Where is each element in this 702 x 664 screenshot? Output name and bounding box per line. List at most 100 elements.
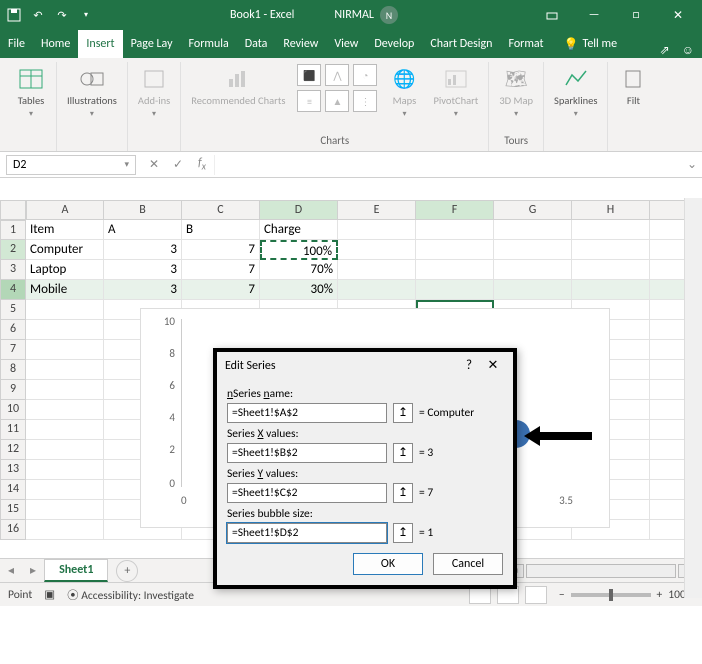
tab-view[interactable]: View [326,30,366,58]
range-picker-icon[interactable]: ↥ [393,483,413,503]
row-headers[interactable]: 1234 5678 9101112 13141516 [0,220,26,540]
chart-type-grid[interactable]: ⬛ ⋀ ◔ ≡ ▲ ⋮ [297,64,377,112]
zoom-control[interactable]: − + 100% [559,588,694,602]
cell-B1[interactable]: A [104,220,182,240]
cell-D1[interactable]: Charge [260,220,338,240]
cell-D3[interactable]: 70% [260,260,338,280]
tab-developer[interactable]: Develop [366,30,422,58]
chart-col-icon[interactable]: ⬛ [297,64,321,86]
chevron-down-icon[interactable]: ▾ [124,159,129,170]
addins-button[interactable]: Add-ins ▾ [136,64,172,121]
tab-home[interactable]: Home [33,30,78,58]
maximize-icon[interactable]: □ [618,0,654,30]
chart-bar-icon[interactable]: ≡ [297,90,321,112]
series-name-input[interactable]: =Sheet1!$A$2 [227,403,387,423]
close-icon[interactable]: ✕ [660,0,696,30]
tab-file[interactable]: File [0,30,33,58]
series-y-input[interactable]: =Sheet1!$C$2 [227,483,387,503]
tables-button[interactable]: Tables ▾ [14,64,48,121]
cell-B3[interactable]: 3 [104,260,182,280]
select-all-corner[interactable] [0,200,26,220]
accessibility-status[interactable]: ⦿ Accessibility: Investigate [67,587,194,603]
cell-C2[interactable]: 7 [182,240,260,260]
zoom-slider[interactable] [571,593,651,597]
formula-input[interactable] [214,155,682,175]
3d-map-button[interactable]: 🗺 3D Map ▾ [497,64,535,121]
share-icon[interactable]: ⇗ [660,43,670,58]
comments-icon[interactable]: ☺ [682,43,694,58]
tab-formulas[interactable]: Formula [181,30,237,58]
cell-C3[interactable]: 7 [182,260,260,280]
add-sheet-button[interactable]: + [116,560,138,582]
series-name-label: nSeries name:Series name: [227,387,503,401]
save-icon[interactable] [6,7,22,23]
cell-B4[interactable]: 3 [104,280,182,300]
cell-C4[interactable]: 7 [182,280,260,300]
cell-B2[interactable]: 3 [104,240,182,260]
name-box[interactable]: D2 ▾ [6,155,136,175]
tab-data[interactable]: Data [237,30,276,58]
title-bar: ↶ ↷ ▾ Book1 - Excel NIRMAL N — □ ✕ [0,0,702,30]
range-picker-icon[interactable]: ↥ [393,523,413,543]
cancel-formula-icon[interactable]: ✕ [142,157,166,172]
sheet-tab-sheet1[interactable]: Sheet1 [44,559,108,582]
fx-icon[interactable]: fx [190,156,214,172]
chart-area-icon[interactable]: ▲ [325,90,349,112]
ok-button[interactable]: OK [353,553,423,575]
ribbon: Tables ▾ Illustrations ▾ Add-ins ▾ [0,58,702,152]
tab-review[interactable]: Review [275,30,326,58]
chart-pie-icon[interactable]: ◔ [353,64,377,86]
cell-A4[interactable]: Mobile [26,280,104,300]
enter-formula-icon[interactable]: ✓ [166,157,190,172]
redo-icon[interactable]: ↷ [54,7,70,23]
globe-icon: 🌐 [389,66,419,92]
series-y-label: Series Y values: [227,467,503,481]
help-icon[interactable]: ? [457,358,481,373]
3d-map-icon: 🗺 [501,66,531,92]
column-headers[interactable]: A B C D E F G H I [26,200,702,220]
tab-nav-prev-icon[interactable]: ◂ [0,563,22,578]
ribbon-options-icon[interactable] [534,0,570,30]
undo-icon[interactable]: ↶ [30,7,46,23]
table-icon [16,66,46,92]
cell-A1[interactable]: Item [26,220,104,240]
tab-page-layout[interactable]: Page Lay [123,30,181,58]
macro-record-icon[interactable]: ▣ [44,587,55,602]
cell-D2[interactable]: 100% [260,240,338,260]
zoom-out-icon[interactable]: − [559,588,565,602]
maps-button[interactable]: 🌐 Maps ▾ [387,64,421,121]
view-page-break-icon[interactable] [525,586,547,604]
pivotchart-button[interactable]: PivotChart ▾ [431,64,480,121]
horizontal-scrollbar[interactable]: ◂▸ [506,564,702,578]
cancel-button[interactable]: Cancel [433,553,503,575]
cell-A3[interactable]: Laptop [26,260,104,280]
zoom-in-icon[interactable]: + [657,588,663,602]
vertical-scrollbar[interactable] [684,198,702,598]
pivotchart-icon [441,66,471,92]
expand-formula-icon[interactable]: ⌄ [682,157,702,172]
tab-chart-design[interactable]: Chart Design [422,30,500,58]
cell-C1[interactable]: B [182,220,260,240]
tab-format[interactable]: Format [500,30,551,58]
series-x-input[interactable]: =Sheet1!$B$2 [227,443,387,463]
tell-me[interactable]: 💡 Tell me [556,30,625,58]
dialog-close-icon[interactable]: ✕ [481,358,505,373]
menu-bar: File Home Insert Page Lay Formula Data R… [0,30,702,58]
series-size-input[interactable]: =Sheet1!$D$2 [227,523,387,543]
filters-button[interactable]: Filt [616,64,650,109]
illustrations-button[interactable]: Illustrations ▾ [65,64,119,121]
cell-D4[interactable]: 30% [260,280,338,300]
tab-insert[interactable]: Insert [78,30,122,58]
sparklines-button[interactable]: Sparklines ▾ [552,64,599,121]
range-picker-icon[interactable]: ↥ [393,443,413,463]
series-size-result: = 1 [419,526,433,540]
chart-scatter-icon[interactable]: ⋮ [353,90,377,112]
minimize-icon[interactable]: — [576,0,612,30]
range-picker-icon[interactable]: ↥ [393,403,413,423]
user-account[interactable]: NIRMAL N [334,6,398,24]
recommended-charts-button[interactable]: Recommended Charts [189,64,287,109]
qat-dropdown-icon[interactable]: ▾ [78,7,94,23]
chart-line-icon[interactable]: ⋀ [325,64,349,86]
tab-nav-next-icon[interactable]: ▸ [22,563,44,578]
cell-A2[interactable]: Computer [26,240,104,260]
